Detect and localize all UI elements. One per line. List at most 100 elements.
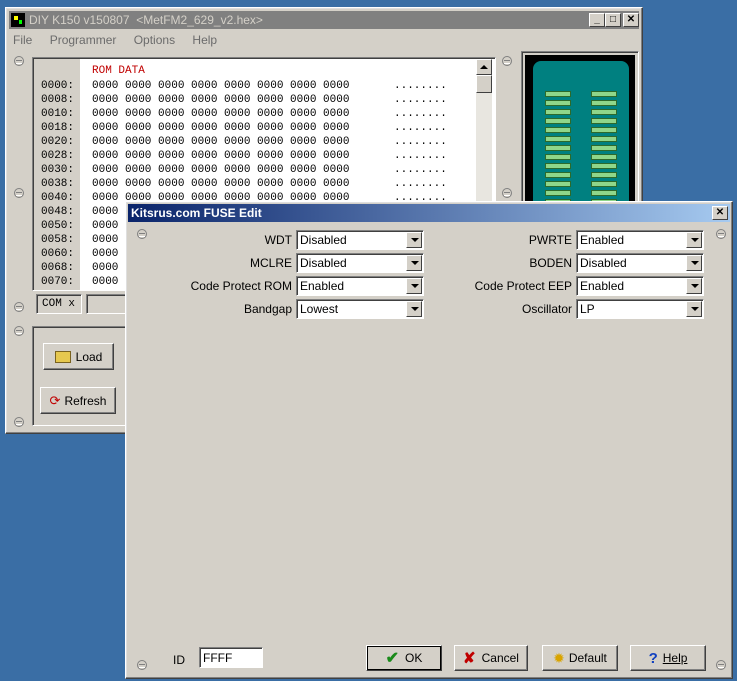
rom-hex-data[interactable]: 0000 xyxy=(92,247,118,261)
bandgap-select[interactable]: Lowest xyxy=(296,299,424,319)
cancel-label: Cancel xyxy=(481,651,519,665)
rom-address: 0050: xyxy=(41,220,75,232)
code-protect-eep-value: Enabled xyxy=(580,279,625,293)
splitter-grip[interactable] xyxy=(502,188,512,198)
com-status: COM x xyxy=(36,294,82,314)
mclre-label: MCLRE xyxy=(249,256,292,270)
app-icon xyxy=(11,13,25,27)
main-titlebar[interactable]: DIY K150 v150807 <MetFM2_629_v2.hex> _ □… xyxy=(9,11,639,29)
chevron-down-icon[interactable] xyxy=(686,278,702,294)
rom-address: 0038: xyxy=(41,178,75,190)
code-protect-rom-select[interactable]: Enabled xyxy=(296,276,424,296)
refresh-icon: ⟳ xyxy=(49,392,61,408)
maximize-icon[interactable]: □ xyxy=(605,13,621,27)
boden-select[interactable]: Disabled xyxy=(576,253,704,273)
splitter-grip[interactable] xyxy=(14,188,24,198)
status-field xyxy=(86,294,130,314)
close-icon[interactable]: ✕ xyxy=(712,206,728,220)
chevron-down-icon[interactable] xyxy=(406,232,422,248)
code-protect-eep-select[interactable]: Enabled xyxy=(576,276,704,296)
chevron-down-icon[interactable] xyxy=(686,301,702,317)
refresh-button[interactable]: ⟳ Refresh xyxy=(40,387,116,414)
rom-address: 0040: xyxy=(41,192,75,204)
scroll-thumb[interactable] xyxy=(476,75,492,93)
checkmark-icon: ✔ xyxy=(385,650,400,667)
socket-panel xyxy=(521,51,639,231)
rom-hex-data[interactable]: 0000 0000 0000 0000 0000 0000 0000 0000 xyxy=(92,177,349,191)
socket-image xyxy=(525,55,635,231)
bandgap-value: Lowest xyxy=(300,302,339,316)
splitter-grip[interactable] xyxy=(14,56,24,66)
rom-hex-data[interactable]: 0000 xyxy=(92,275,118,289)
mclre-select[interactable]: Disabled xyxy=(296,253,424,273)
boden-value: Disabled xyxy=(580,256,627,270)
minimize-icon[interactable]: _ xyxy=(589,13,605,27)
default-label: Default xyxy=(568,651,607,665)
code-protect-eep-label: Code Protect EEP xyxy=(474,279,572,293)
code-protect-rom-label: Code Protect ROM xyxy=(190,279,292,293)
cross-icon: ✘ xyxy=(463,650,476,667)
menu-file[interactable]: File xyxy=(13,33,32,47)
chevron-down-icon[interactable] xyxy=(406,301,422,317)
pwrte-select[interactable]: Enabled xyxy=(576,230,704,250)
oscillator-label: Oscillator xyxy=(521,302,572,316)
splitter-grip[interactable] xyxy=(716,660,726,670)
com-label: COM x xyxy=(42,298,76,310)
sun-icon: ✹ xyxy=(553,649,565,666)
wdt-label: WDT xyxy=(264,233,292,247)
wdt-select[interactable]: Disabled xyxy=(296,230,424,250)
rom-ascii: ........ xyxy=(394,164,447,176)
rom-address: 0058: xyxy=(41,234,75,246)
splitter-grip[interactable] xyxy=(14,302,24,312)
wdt-value: Disabled xyxy=(300,233,347,247)
menu-help[interactable]: Help xyxy=(192,33,217,47)
splitter-grip[interactable] xyxy=(14,417,24,427)
splitter-grip[interactable] xyxy=(137,660,147,670)
chevron-down-icon[interactable] xyxy=(686,232,702,248)
splitter-grip[interactable] xyxy=(137,229,147,239)
scroll-up-arrow-icon[interactable] xyxy=(476,59,492,75)
oscillator-value: LP xyxy=(580,302,595,316)
ok-label: OK xyxy=(405,651,423,665)
rom-hex-data[interactable]: 0000 xyxy=(92,261,118,275)
refresh-label: Refresh xyxy=(64,393,107,408)
rom-ascii: ........ xyxy=(394,150,447,162)
oscillator-select[interactable]: LP xyxy=(576,299,704,319)
chevron-down-icon[interactable] xyxy=(406,255,422,271)
rom-ascii: ........ xyxy=(394,108,447,120)
load-button[interactable]: Load xyxy=(43,343,114,370)
menu-programmer[interactable]: Programmer xyxy=(50,33,117,47)
fuse-titlebar[interactable]: Kitsrus.com FUSE Edit ✕ xyxy=(128,204,730,222)
rom-hex-data[interactable]: 0000 0000 0000 0000 0000 0000 0000 0000 xyxy=(92,79,349,93)
id-input[interactable] xyxy=(199,647,263,668)
splitter-grip[interactable] xyxy=(716,229,726,239)
main-window-title: DIY K150 v150807 <MetFM2_629_v2.hex> xyxy=(29,13,263,27)
rom-address: 0000: xyxy=(41,80,75,92)
menu-options[interactable]: Options xyxy=(134,33,175,47)
rom-hex-data[interactable]: 0000 0000 0000 0000 0000 0000 0000 0000 xyxy=(92,93,349,107)
rom-ascii: ........ xyxy=(394,178,447,190)
rom-hex-data[interactable]: 0000 0000 0000 0000 0000 0000 0000 0000 xyxy=(92,107,349,121)
chevron-down-icon[interactable] xyxy=(406,278,422,294)
rom-hex-data[interactable]: 0000 0000 0000 0000 0000 0000 0000 0000 xyxy=(92,163,349,177)
id-label: ID xyxy=(173,653,185,667)
rom-hex-data[interactable]: 0000 0000 0000 0000 0000 0000 0000 0000 xyxy=(92,135,349,149)
ok-button[interactable]: ✔ OK xyxy=(366,645,442,671)
load-label: Load xyxy=(75,349,103,364)
close-icon[interactable]: ✕ xyxy=(623,13,639,27)
rom-hex-data[interactable]: 0000 xyxy=(92,205,118,219)
rom-hex-data[interactable]: 0000 0000 0000 0000 0000 0000 0000 0000 xyxy=(92,149,349,163)
boden-label: BODEN xyxy=(529,256,572,270)
rom-hex-data[interactable]: 0000 xyxy=(92,219,118,233)
splitter-grip[interactable] xyxy=(14,326,24,336)
rom-hex-data[interactable]: 0000 0000 0000 0000 0000 0000 0000 0000 xyxy=(92,121,349,135)
rom-hex-data[interactable]: 0000 xyxy=(92,233,118,247)
help-button[interactable]: ? Help xyxy=(630,645,706,671)
left-pin-row xyxy=(545,91,571,208)
splitter-grip[interactable] xyxy=(502,56,512,66)
chevron-down-icon[interactable] xyxy=(686,255,702,271)
help-label: Help xyxy=(662,651,688,665)
cancel-button[interactable]: ✘ Cancel xyxy=(454,645,528,671)
default-button[interactable]: ✹ Default xyxy=(542,645,618,671)
pwrte-label: PWRTE xyxy=(528,233,572,247)
